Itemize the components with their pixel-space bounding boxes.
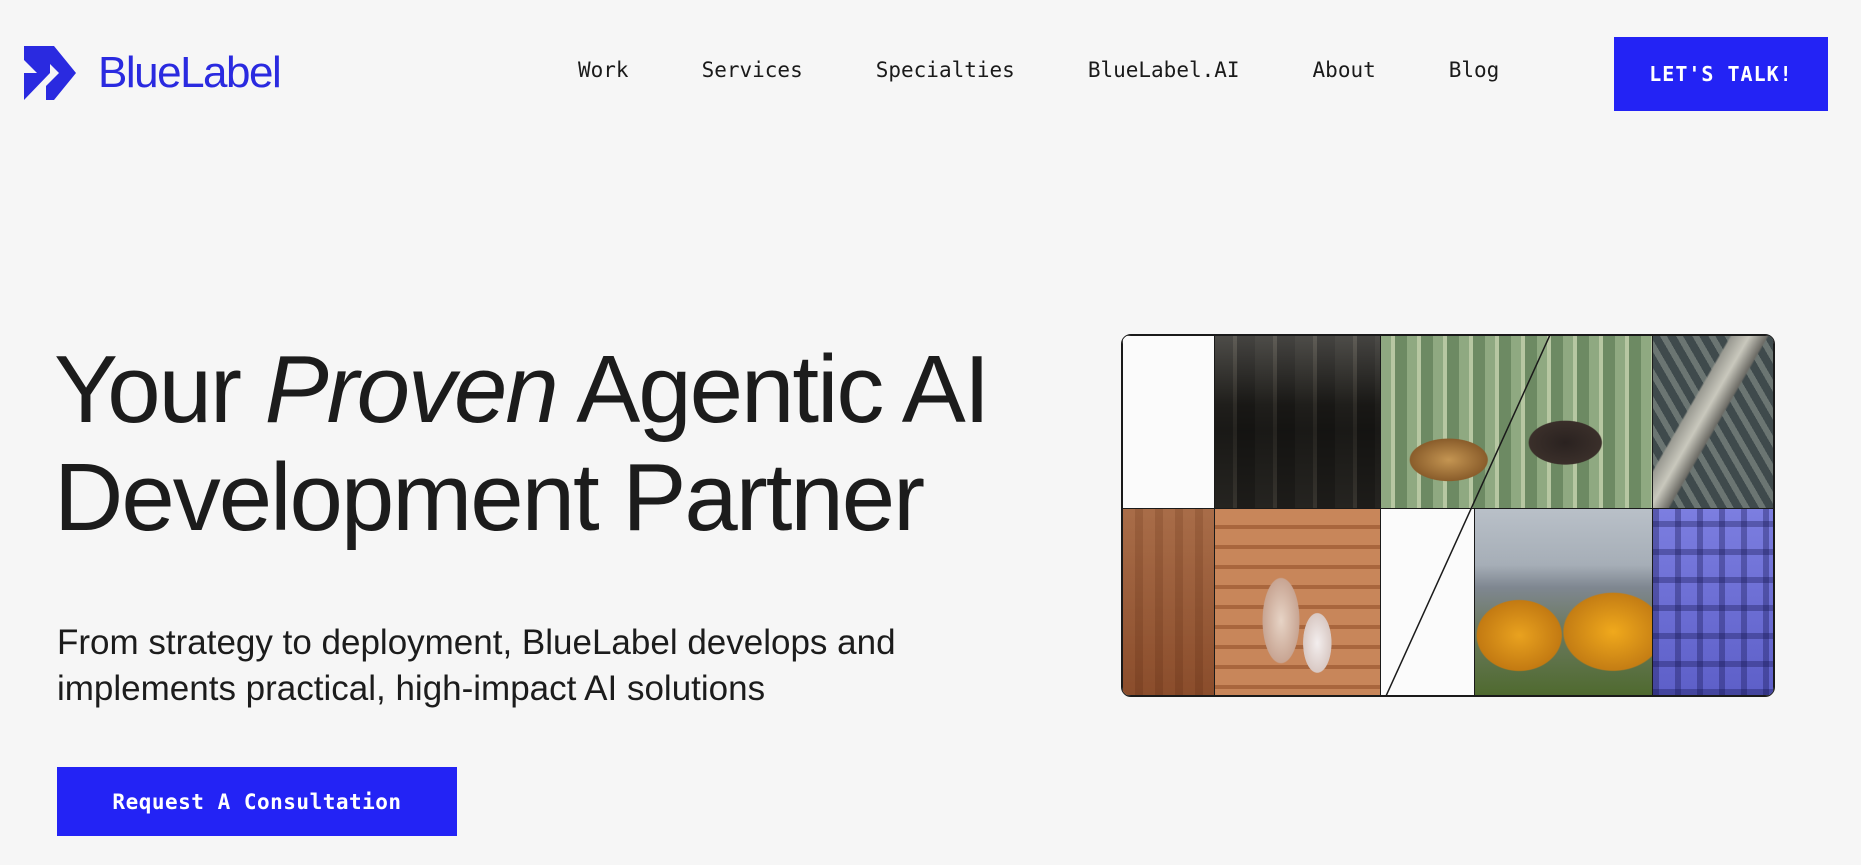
hero-image-collage bbox=[1121, 334, 1775, 697]
main-nav: Work Services Specialties BlueLabel.AI A… bbox=[578, 58, 1499, 82]
hero-headline: Your Proven Agentic AI Development Partn… bbox=[54, 336, 990, 552]
nav-item-specialties[interactable]: Specialties bbox=[876, 58, 1015, 82]
headline-emphasis: Proven bbox=[264, 336, 559, 443]
headline-prefix: Your bbox=[54, 336, 242, 443]
page: BlueLabel Work Services Specialties Blue… bbox=[0, 0, 1861, 865]
collage-diagonal-line bbox=[1385, 335, 1551, 696]
nav-item-services[interactable]: Services bbox=[702, 58, 803, 82]
request-consultation-button[interactable]: Request A Consultation bbox=[57, 767, 457, 836]
brand-logo-link[interactable]: BlueLabel bbox=[24, 46, 282, 100]
nav-item-about[interactable]: About bbox=[1313, 58, 1376, 82]
double-chevron-logo-icon bbox=[24, 46, 76, 100]
lets-talk-button[interactable]: LET'S TALK! bbox=[1614, 37, 1828, 111]
nav-item-work[interactable]: Work bbox=[578, 58, 629, 82]
brand-name: BlueLabel bbox=[98, 48, 282, 97]
hero-subtitle: From strategy to deployment, BlueLabel d… bbox=[57, 620, 1017, 712]
nav-item-blog[interactable]: Blog bbox=[1449, 58, 1500, 82]
nav-item-bluelabel-ai[interactable]: BlueLabel.AI bbox=[1088, 58, 1240, 82]
subtitle-line2: implements practical, high-impact AI sol… bbox=[57, 669, 766, 708]
subtitle-line1: From strategy to deployment, BlueLabel d… bbox=[57, 623, 896, 662]
headline-line1-rest: Agentic AI bbox=[576, 336, 990, 443]
headline-line2: Development Partner bbox=[54, 444, 925, 551]
